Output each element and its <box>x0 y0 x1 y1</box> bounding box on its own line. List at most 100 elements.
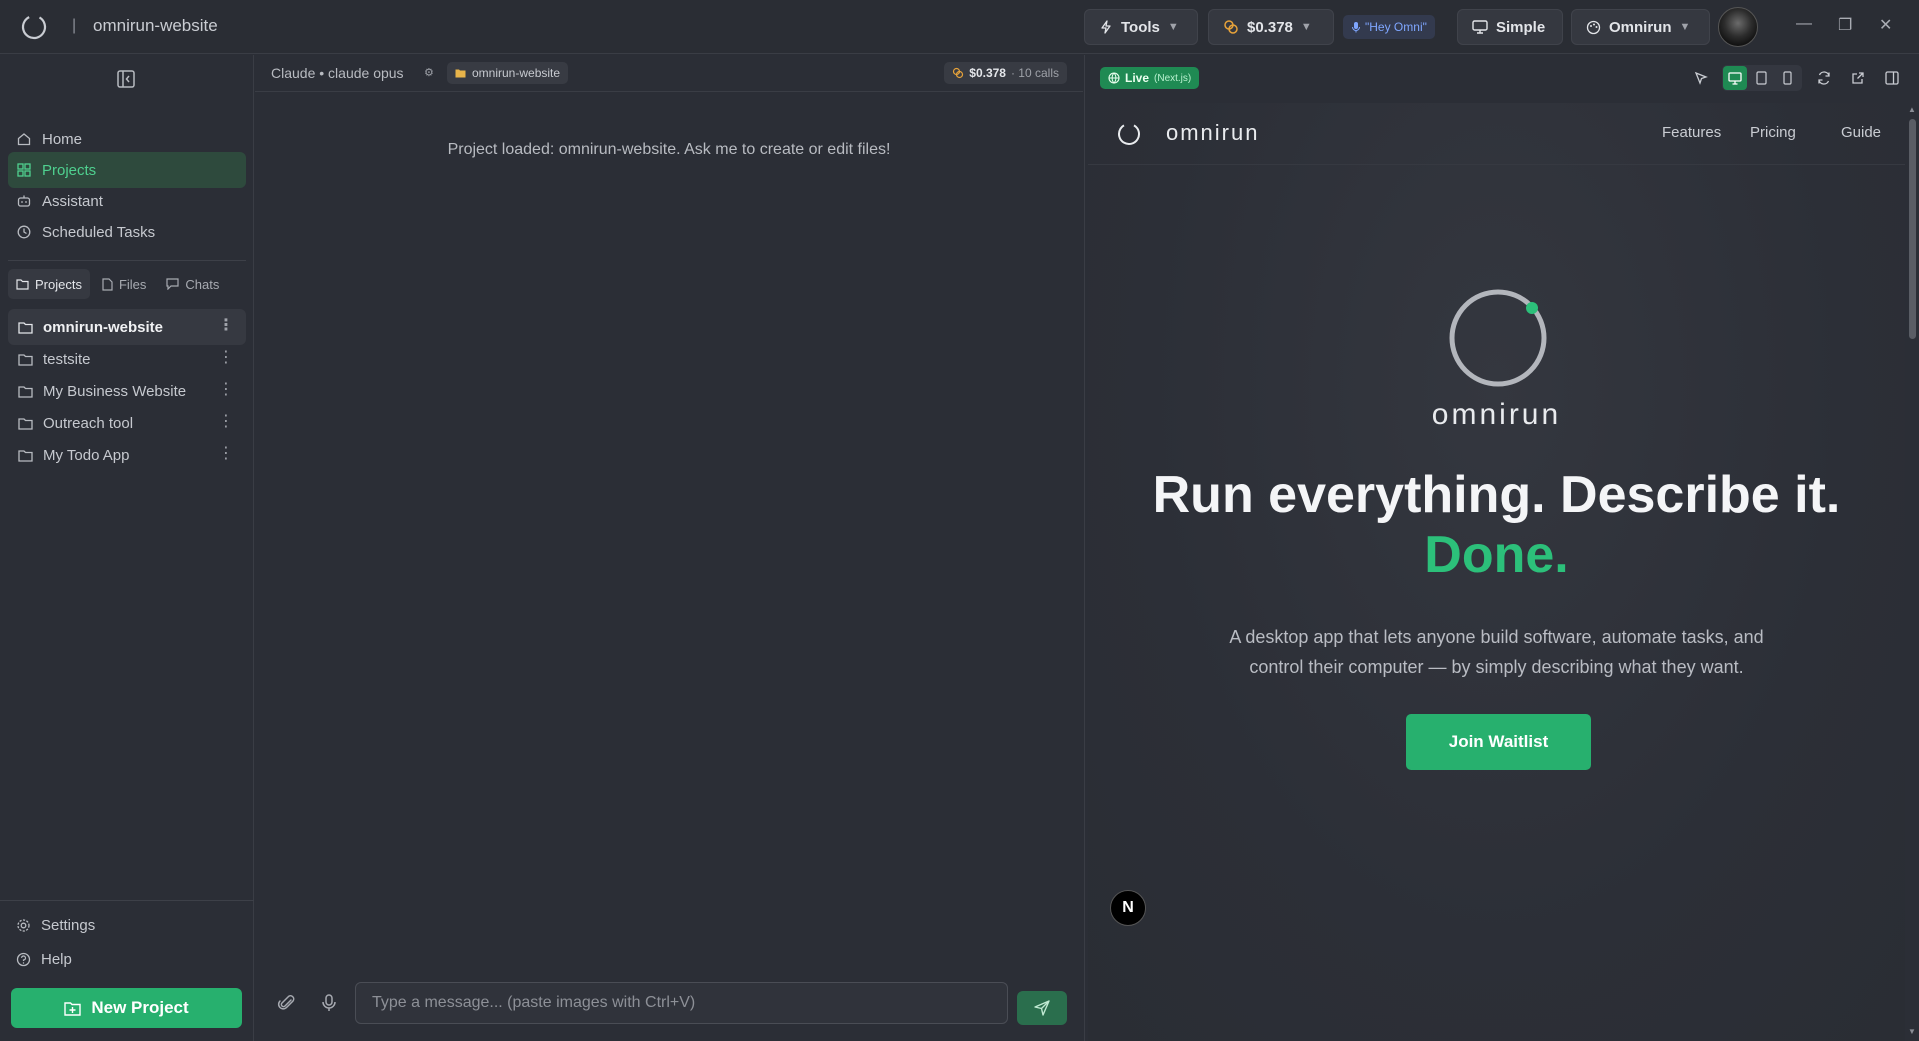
sidebar: Home Projects Assistant Scheduled Tasks … <box>0 55 254 1041</box>
preview-scrollbar[interactable]: ▲ ▼ <box>1905 103 1919 1041</box>
kebab-menu-icon[interactable]: ⋮ <box>218 317 234 335</box>
tools-label: Tools <box>1121 18 1160 36</box>
refresh-button[interactable] <box>1812 66 1836 90</box>
site-navbar: omnirun Features Pricing Guide <box>1088 103 1905 165</box>
cost-label: $0.378 <box>1247 18 1293 36</box>
project-item-my-todo-app[interactable]: My Todo App ⋮ <box>8 437 246 473</box>
site-nav-pricing[interactable]: Pricing <box>1750 124 1796 141</box>
collapse-sidebar-icon[interactable] <box>116 69 136 89</box>
session-cost-value: $0.378 <box>969 66 1006 80</box>
file-icon <box>102 277 113 291</box>
site-logo-icon[interactable] <box>1116 121 1142 147</box>
scroll-up-icon[interactable]: ▲ <box>1908 105 1916 114</box>
account-button[interactable]: Omnirun ▼ <box>1571 9 1710 45</box>
project-item-testsite[interactable]: testsite ⋮ <box>8 341 246 377</box>
title-bar: | omnirun-website Tools ▼ $0.378 ▼ "Hey … <box>0 0 1919 54</box>
kebab-menu-icon[interactable]: ⋮ <box>218 349 234 367</box>
nav-item-scheduled-tasks[interactable]: Scheduled Tasks <box>8 214 246 250</box>
project-label: My Todo App <box>43 446 130 464</box>
project-chip-label: omnirun-website <box>472 66 561 80</box>
paperclip-icon[interactable] <box>277 993 297 1013</box>
preview-pane: Live (Next.js) omnirun Features Pricing … <box>1084 55 1919 1041</box>
message-input[interactable] <box>355 982 1008 1024</box>
mic-icon <box>1352 22 1360 33</box>
folder-icon <box>18 417 33 430</box>
restore-icon[interactable]: ❐ <box>1838 15 1852 35</box>
tab-files[interactable]: Files <box>94 269 154 299</box>
hero-logo-icon <box>1449 289 1547 387</box>
nextjs-dev-badge[interactable]: N <box>1110 890 1146 926</box>
folder-icon <box>18 449 33 462</box>
system-message: Project loaded: omnirun-website. Ask me … <box>447 141 891 158</box>
website-preview: omnirun Features Pricing Guide omnirun R… <box>1088 103 1905 1041</box>
chevron-down-icon: ▼ <box>1679 21 1691 33</box>
project-item-outreach-tool[interactable]: Outreach tool ⋮ <box>8 405 246 441</box>
site-brand[interactable]: omnirun <box>1166 120 1259 146</box>
help-link[interactable]: Help <box>16 947 72 971</box>
send-button[interactable] <box>1017 991 1067 1025</box>
panel-icon <box>1885 71 1899 85</box>
simple-mode-button[interactable]: Simple <box>1457 9 1563 45</box>
toggle-panel-button[interactable] <box>1880 66 1904 90</box>
open-external-button[interactable] <box>1846 66 1870 90</box>
cursor-icon <box>1694 71 1708 85</box>
project-item-omnirun-website[interactable]: omnirun-website ⋮ <box>8 309 246 345</box>
project-label: omnirun-website <box>43 318 164 336</box>
minimize-icon[interactable]: — <box>1796 15 1812 33</box>
project-item-my-business-website[interactable]: My Business Website ⋮ <box>8 373 246 409</box>
tablet-view-button[interactable] <box>1749 66 1773 90</box>
bot-icon <box>16 193 32 209</box>
site-nav-features[interactable]: Features <box>1662 124 1721 141</box>
kebab-menu-icon[interactable]: ⋮ <box>218 445 234 463</box>
hero-headline: Run everything. Describe it. <box>1152 466 1841 524</box>
desktop-view-button[interactable] <box>1723 66 1747 90</box>
home-icon <box>16 131 32 147</box>
kebab-menu-icon[interactable]: ⋮ <box>218 413 234 431</box>
scroll-down-icon[interactable]: ▼ <box>1908 1027 1916 1036</box>
settings-small-icon[interactable]: ⚙ <box>424 66 434 79</box>
lightning-icon <box>1101 20 1111 34</box>
chevron-down-icon: ▼ <box>1167 21 1179 33</box>
tab-projects[interactable]: Projects <box>8 269 90 299</box>
user-avatar[interactable] <box>1718 7 1758 47</box>
chat-pane: Claude • claude opus ⚙ omnirun-website $… <box>255 55 1083 1041</box>
grid-icon <box>16 162 32 178</box>
hey-omni-label: "Hey Omni" <box>1365 20 1427 34</box>
folder-icon <box>16 279 29 290</box>
sidebar-divider <box>0 900 254 901</box>
chevron-down-icon: ▼ <box>1300 21 1312 33</box>
clock-icon <box>16 224 32 240</box>
site-nav-guide[interactable]: Guide <box>1841 124 1881 141</box>
select-element-button[interactable] <box>1689 66 1713 90</box>
gear-icon <box>17 918 30 932</box>
chat-icon <box>166 278 180 290</box>
folder-icon <box>18 385 33 398</box>
project-label: Outreach tool <box>43 414 134 432</box>
mobile-view-button[interactable] <box>1775 66 1799 90</box>
settings-link[interactable]: Settings <box>16 913 95 937</box>
scroll-thumb[interactable] <box>1909 119 1916 339</box>
folder-icon <box>18 321 33 334</box>
kebab-menu-icon[interactable]: ⋮ <box>218 381 234 399</box>
model-selector[interactable]: Claude • claude opus <box>271 65 404 81</box>
hey-omni-badge[interactable]: "Hey Omni" <box>1343 15 1435 39</box>
new-project-button[interactable]: New Project <box>11 988 242 1028</box>
help-label: Help <box>41 950 72 968</box>
hero-description: A desktop app that lets anyone build sof… <box>1229 627 1764 677</box>
window-title: omnirun-website <box>93 16 218 35</box>
tab-chats[interactable]: Chats <box>158 269 227 299</box>
monitor-icon <box>1472 20 1488 34</box>
project-chip: omnirun-website <box>447 62 569 84</box>
cost-button[interactable]: $0.378 ▼ <box>1208 9 1334 45</box>
microphone-icon[interactable] <box>319 993 339 1013</box>
live-badge: Live (Next.js) <box>1100 67 1200 89</box>
hero-headline-accent: Done. <box>1424 526 1569 584</box>
close-icon[interactable]: ✕ <box>1879 15 1892 35</box>
nav-item-label: Scheduled Tasks <box>42 223 156 241</box>
tools-button[interactable]: Tools ▼ <box>1084 9 1198 45</box>
sidebar-divider <box>8 260 246 261</box>
nav-item-label: Home <box>42 130 83 148</box>
join-waitlist-button[interactable]: Join Waitlist <box>1406 714 1591 770</box>
preview-toolbar: Live (Next.js) <box>1085 55 1919 101</box>
project-label: testsite <box>43 350 91 368</box>
